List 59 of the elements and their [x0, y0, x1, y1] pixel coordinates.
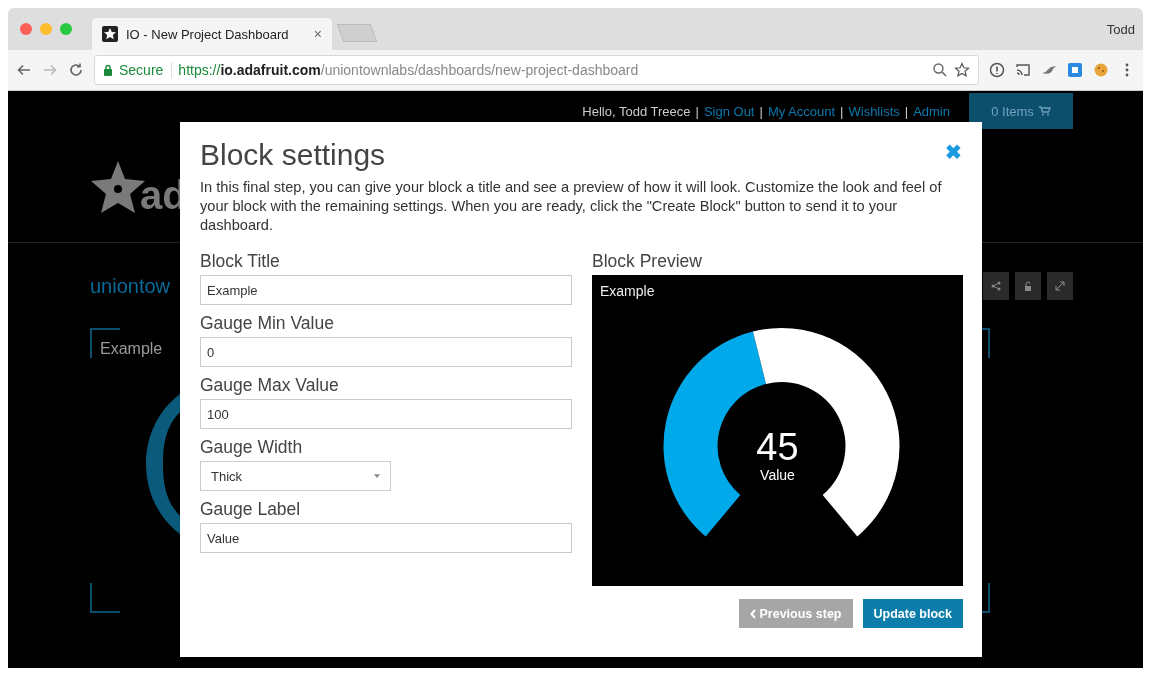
- cart-button[interactable]: 0 Items: [969, 93, 1073, 129]
- expand-button[interactable]: [1047, 272, 1073, 300]
- header-link[interactable]: Wishlists: [848, 103, 900, 119]
- separator-text: |: [840, 103, 844, 119]
- greeting-text: Hello, Todd Treece: [582, 103, 691, 119]
- reload-icon[interactable]: [68, 62, 84, 78]
- separator-text: |: [759, 103, 763, 119]
- separator-text: |: [695, 103, 699, 119]
- input-field[interactable]: Value: [200, 523, 572, 553]
- maximize-window-dot[interactable]: [60, 23, 72, 35]
- profile-name[interactable]: Todd: [1106, 21, 1135, 37]
- cart-icon: [1038, 106, 1051, 116]
- lock-icon: [1022, 280, 1034, 292]
- close-window-dot[interactable]: [20, 23, 32, 35]
- header-link[interactable]: My Account: [767, 103, 836, 119]
- browser-tab[interactable]: IO - New Project Dashboard ×: [92, 18, 332, 50]
- input-field[interactable]: Example: [200, 275, 572, 305]
- lock-button[interactable]: [1015, 272, 1041, 300]
- caret-icon: [374, 474, 380, 478]
- close-button[interactable]: ✖: [945, 140, 962, 164]
- corner-bracket: [90, 583, 120, 613]
- minimize-window-dot[interactable]: [40, 23, 52, 35]
- secure-label: Secure: [119, 62, 173, 78]
- cookie-icon[interactable]: [1093, 62, 1109, 78]
- lock-icon: [103, 64, 113, 76]
- header-link[interactable]: Admin: [913, 103, 950, 119]
- chevron-left-icon: [749, 608, 756, 619]
- share-button[interactable]: [983, 272, 1009, 300]
- share-icon: [990, 280, 1002, 292]
- field-label: Gauge Width: [200, 437, 304, 458]
- update-block-button[interactable]: Update block: [862, 599, 963, 628]
- expand-icon: [1054, 280, 1066, 292]
- field-label: Gauge Min Value: [200, 313, 335, 334]
- bookmark-star-icon[interactable]: [954, 62, 970, 78]
- url-text: https://io.adafruit.com/uniontownlabs/dashboards/new-project-dashboard: [178, 62, 639, 78]
- field-label: Gauge Label: [200, 499, 302, 520]
- dialog-description: In this final step, you can give your block a title and see a preview of how it will look. Customize the look and feel of your block with the remaining settings. When you are ready, click the "Create Block" button to send it to your dashboard.: [200, 178, 943, 235]
- extension-icon[interactable]: [1067, 62, 1083, 78]
- header-link[interactable]: Sign Out: [703, 103, 755, 119]
- preview-block-title: Example: [600, 283, 655, 299]
- block-title: Example: [100, 340, 163, 358]
- input-field[interactable]: 0: [200, 337, 572, 367]
- address-bar[interactable]: Secure https://io.adafruit.com/uniontownlabs/dashboards/new-project-dashboard: [94, 55, 979, 85]
- star-icon: [102, 26, 118, 42]
- field-label: Block Title: [200, 251, 281, 272]
- info-icon[interactable]: [989, 62, 1005, 78]
- dialog-title: Block settings: [200, 138, 386, 172]
- cast-icon[interactable]: [1015, 62, 1031, 78]
- separator-text: |: [904, 103, 909, 119]
- dropdown-select[interactable]: Thick: [200, 461, 391, 491]
- tab-close-button[interactable]: ×: [313, 26, 322, 42]
- preview-heading: Block Preview: [592, 251, 703, 272]
- input-field[interactable]: 100: [200, 399, 572, 429]
- gauge-label: Value: [760, 467, 795, 483]
- gauge-value: 45: [756, 427, 799, 467]
- breadcrumb-link[interactable]: uniontow: [90, 274, 171, 298]
- back-icon[interactable]: [16, 62, 32, 78]
- zoom-icon[interactable]: [932, 62, 948, 78]
- field-label: Gauge Max Value: [200, 375, 340, 396]
